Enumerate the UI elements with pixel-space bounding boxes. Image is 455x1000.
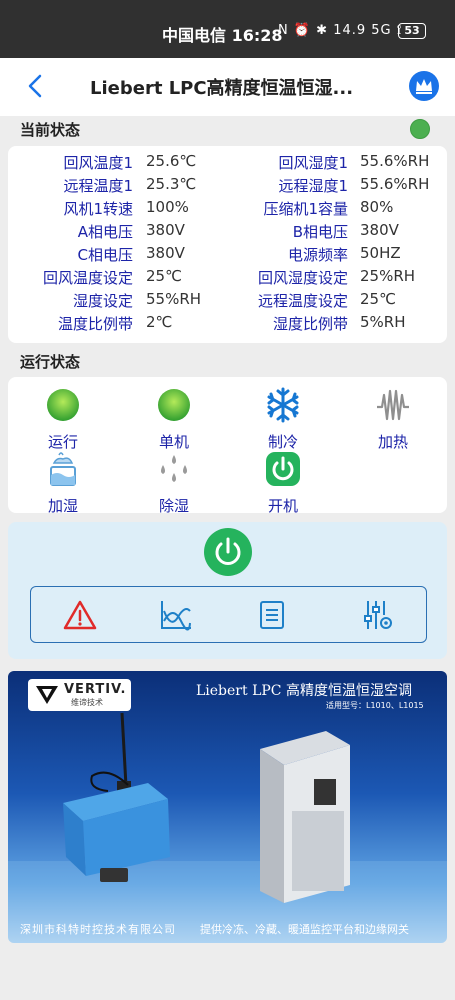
crown-icon[interactable]	[409, 71, 439, 101]
param-value: 55%RH	[146, 290, 202, 308]
param-value: 5%RH	[360, 313, 406, 331]
param-value: 100%	[146, 198, 189, 216]
param-row: C相电压 380V 电源频率 50HZ	[8, 244, 447, 267]
product-banner[interactable]: VERTIV. 维谛技术 Liebert LPC 高精度恒温恒湿空调 适用型号：…	[8, 671, 447, 943]
status-label: 单机	[158, 433, 189, 451]
param-label: 湿度设定	[72, 292, 133, 310]
param-value: 55.6%RH	[360, 152, 430, 170]
page-title: Liebert LPC高精度恒温恒湿...	[90, 78, 354, 99]
company-name: 深圳市科特时控技术有限公司	[20, 923, 176, 936]
status-label: 加湿	[47, 497, 78, 515]
param-label: 电源频率	[287, 246, 348, 264]
param-label: 回风湿度1	[278, 154, 348, 172]
carrier-time: 中国电信 16:28	[162, 26, 283, 45]
param-value: 80%	[360, 198, 394, 216]
param-value: 55.6%RH	[360, 175, 430, 193]
parameters-card: 回风温度1 25.6℃ 回风湿度1 55.6%RH 远程温度1 25.3℃ 远程…	[8, 146, 447, 343]
settings-icon[interactable]	[361, 599, 395, 631]
param-label: 回风湿度设定	[257, 269, 348, 287]
param-row: 温度比例带 2℃ 湿度比例带 5%RH	[8, 313, 447, 336]
param-label: C相电压	[77, 246, 133, 264]
param-value: 25℃	[146, 267, 182, 285]
status-label: 开机	[267, 497, 298, 515]
humidifier-icon	[50, 452, 76, 486]
power-on-icon	[266, 452, 300, 486]
run-status-card: 运行 单机 制冷 加热 加湿 除湿 开机	[8, 377, 447, 515]
battery-icon: 53	[398, 23, 426, 39]
param-label: 湿度比例带	[272, 315, 348, 333]
param-value: 25.6℃	[146, 152, 197, 170]
param-value: 380V	[146, 221, 185, 239]
param-value: 25.3℃	[146, 175, 197, 193]
status-label: 除湿	[158, 497, 189, 515]
control-panel	[8, 522, 447, 659]
function-toolbar	[30, 586, 427, 643]
list-icon[interactable]	[255, 599, 289, 631]
param-value: 2℃	[146, 313, 173, 331]
param-row: A相电压 380V B相电压 380V	[8, 221, 447, 244]
param-value: 380V	[360, 221, 399, 239]
back-arrow-icon[interactable]	[22, 71, 50, 101]
param-label: 远程温度设定	[257, 292, 348, 310]
heater-icon	[377, 389, 409, 421]
param-row: 回风温度1 25.6℃ 回风湿度1 55.6%RH	[8, 152, 447, 175]
param-value: 50HZ	[360, 244, 401, 262]
system-status-bar: 中国电信 16:28 N ⏰ ✱ 14.9 5G ⟟ 53	[0, 0, 455, 58]
param-row: 远程温度1 25.3℃ 远程湿度1 55.6%RH	[8, 175, 447, 198]
param-row: 回风温度设定 25℃ 回风湿度设定 25%RH	[8, 267, 447, 290]
param-row: 湿度设定 55%RH 远程温度设定 25℃	[8, 290, 447, 313]
status-label: 制冷	[267, 433, 298, 451]
run-status-title: 运行状态	[20, 353, 81, 371]
param-label: 温度比例带	[57, 315, 133, 333]
param-value: 25℃	[360, 290, 396, 308]
param-label: 风机1转速	[63, 200, 133, 218]
param-row: 风机1转速 100% 压缩机1容量 80%	[8, 198, 447, 221]
nav-bar: Liebert LPC高精度恒温恒湿...	[0, 58, 455, 116]
param-label: 远程湿度1	[278, 177, 348, 195]
param-label: A相电压	[77, 223, 133, 241]
alarm-icon[interactable]	[63, 599, 97, 631]
curve-icon[interactable]	[159, 599, 193, 631]
green-dot-icon	[47, 389, 79, 421]
company-slogan: 提供冷冻、冷藏、暖通监控平台和边缘网关	[200, 923, 409, 936]
status-label: 加热	[377, 433, 408, 451]
green-dot-icon	[158, 389, 190, 421]
status-label: 运行	[47, 433, 78, 451]
banner-illustration	[8, 712, 447, 943]
snowflake-icon	[267, 387, 299, 423]
power-icon	[215, 537, 241, 565]
param-label: 回风温度1	[63, 154, 133, 172]
param-value: 380V	[146, 244, 185, 262]
droplets-icon	[161, 455, 187, 482]
status-indicators: N ⏰ ✱ 14.9 5G ⟟	[278, 23, 403, 38]
param-value: 25%RH	[360, 267, 416, 285]
online-status-indicator	[410, 119, 430, 139]
current-status-title: 当前状态	[20, 121, 81, 139]
power-button[interactable]	[204, 528, 252, 576]
param-label: 压缩机1容量	[263, 200, 348, 218]
param-label: B相电压	[292, 223, 348, 241]
param-label: 远程温度1	[63, 177, 133, 195]
param-label: 回风温度设定	[42, 269, 133, 287]
